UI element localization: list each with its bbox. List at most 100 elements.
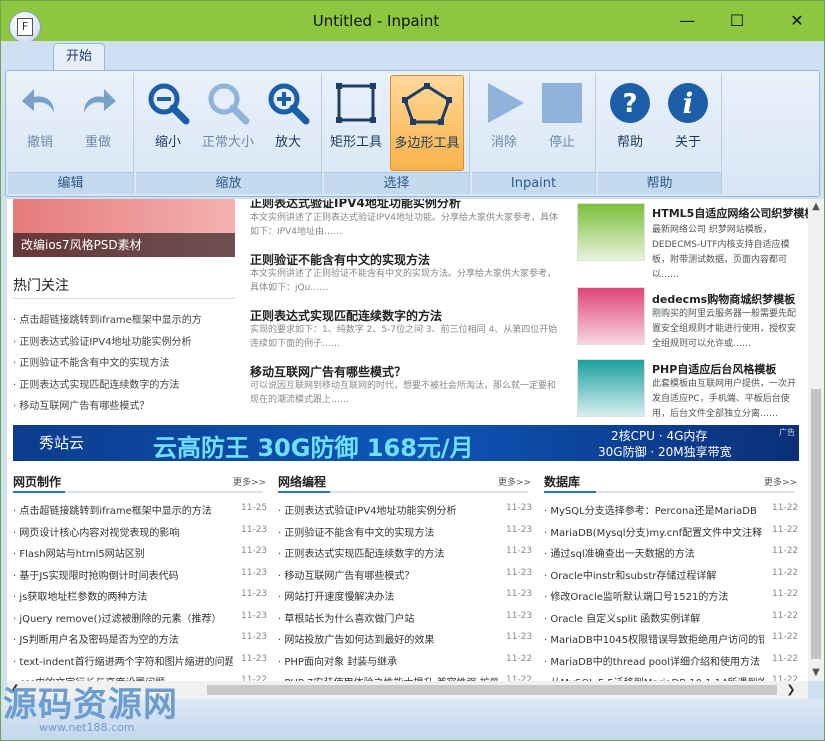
more-link[interactable]: 更多>> xyxy=(498,475,531,488)
template-thumbnail xyxy=(577,359,645,417)
erase-button[interactable]: 消除 xyxy=(476,75,532,171)
ad-logo: 秀站云 xyxy=(39,434,85,452)
article-title: 正则验证不能含有中文的实现方法 xyxy=(250,253,431,267)
list-item: · PHP 7安装使用体验之性能大提升 兼容性强 扩展 xyxy=(278,674,498,681)
list-item-date: 11-22 xyxy=(772,632,799,642)
undo-button[interactable]: 撤销 xyxy=(12,75,68,171)
close-button[interactable]: ✕ xyxy=(774,7,820,35)
list-item: · MariaDB中的thread pool详细介绍和使用方法 xyxy=(544,656,761,668)
svg-text:?: ? xyxy=(622,89,637,119)
zoom-out-button[interactable]: 缩小 xyxy=(140,75,196,171)
list-item: · 从MySQL 5.5迁移到MariaDB 10.1.14所遇到的问 xyxy=(544,674,764,681)
vertical-scroll-thumb[interactable] xyxy=(811,389,821,659)
hot-item: · 点击超链接跳转到iframe框架中显示的方 xyxy=(13,315,202,326)
polygon-tool-button[interactable]: 多边形工具 xyxy=(390,75,464,171)
group-select: 矩形工具 多边形工具 选择 xyxy=(324,73,470,194)
column-divider xyxy=(278,491,528,493)
list-item-date: 11-22 xyxy=(772,567,799,578)
redo-label: 重做 xyxy=(84,135,111,150)
stop-button[interactable]: 停止 xyxy=(534,75,590,171)
help-icon: ? xyxy=(610,83,650,123)
vertical-scrollbar[interactable]: ▲ ▼ xyxy=(808,199,824,681)
scroll-up-icon[interactable]: ▲ xyxy=(808,199,824,215)
hot-item: · 正则表达式验证IPV4地址功能实例分析 xyxy=(13,337,192,348)
about-label: 关于 xyxy=(674,135,701,150)
actual-size-button[interactable]: 正常大小 xyxy=(200,75,256,171)
list-item: · 修改Oracle监听默认端口号1521的方法 xyxy=(544,592,729,603)
stop-icon xyxy=(542,83,582,123)
list-item: · 正则表达式验证IPV4地址功能实例分析 xyxy=(278,506,457,517)
zoom-in-button[interactable]: 放大 xyxy=(260,75,316,171)
list-item: · 点击超链接跳转到iframe框架中显示的方法 xyxy=(13,506,212,517)
scroll-right-icon[interactable]: ❯ xyxy=(783,681,799,699)
list-item-date: 11-23 xyxy=(241,653,268,664)
image-canvas[interactable]: 改编ios7风格PSD素材 热门关注 · 点击超链接跳转到iframe框架中显示… xyxy=(7,199,808,681)
list-item-date: 11-23 xyxy=(241,567,268,578)
list-item: · 正则表达式实现匹配连续数字的方法 xyxy=(278,549,445,560)
horizontal-scroll-thumb[interactable] xyxy=(207,685,777,695)
list-item: · MariaDB中1045权限错误导致拒绝用户访问的错 xyxy=(544,635,764,646)
list-item-date: 11-25 xyxy=(241,503,268,513)
list-item: · 草根站长为什么喜欢做门户站 xyxy=(278,613,415,625)
list-item: · 移动互联网广告有哪些模式？ xyxy=(278,570,415,582)
article-desc: 可以说因互联网到移动互联网的时代，想要不被社会所淘汰，那么就一定要和现在的潮流模… xyxy=(250,381,557,405)
actual-size-label: 正常大小 xyxy=(201,135,254,150)
article-desc: 本文实例讲述了正则表达式验证IPV4地址功能。分享给大家供大家参考，具体如下：I… xyxy=(250,213,558,237)
list-item-date: 11-22 xyxy=(772,546,799,556)
list-item: · 网站投放广告如何达到最好的效果 xyxy=(278,635,435,646)
group-zoom: 缩小 正常大小 放大 缩放 xyxy=(136,73,322,194)
list-item-date: 11-22 xyxy=(772,503,799,513)
redo-icon xyxy=(84,89,116,113)
rectangle-tool-icon xyxy=(336,83,376,123)
column-divider xyxy=(13,491,263,493)
group-edit: 撤销 重做 编辑 xyxy=(8,73,134,194)
info-icon: i xyxy=(668,83,708,123)
article-title: 正则表达式实现匹配连续数字的方法 xyxy=(250,309,443,323)
more-link[interactable]: 更多>> xyxy=(233,475,266,488)
list-item: · Oracle中instr和substr存储过程详解 xyxy=(544,570,717,582)
list-item: · 基于JS实现限时抢购倒计时间表代码 xyxy=(13,570,179,582)
list-item-date: 11-23 xyxy=(506,610,533,621)
feature-card: 改编ios7风格PSD素材 xyxy=(13,199,235,257)
column-title: 数据库 xyxy=(544,475,581,489)
group-inpaint-label: Inpaint xyxy=(472,172,595,194)
column-title: 网络编程 xyxy=(278,475,327,489)
tab-home[interactable]: 开始 xyxy=(53,43,105,71)
list-item-date: 11-23 xyxy=(241,610,268,621)
side-title: dedecms购物商城织梦模板 xyxy=(652,293,796,306)
minimize-button[interactable]: — xyxy=(664,7,710,35)
column-divider xyxy=(544,491,794,493)
rectangle-tool-button[interactable]: 矩形工具 xyxy=(328,75,384,171)
svg-text:i: i xyxy=(683,87,694,120)
side-title: PHP自适应后台风格模板 xyxy=(652,363,777,376)
hot-item: · 正则验证不能含有中文的实现方法 xyxy=(13,358,170,369)
list-item-date: 11-23 xyxy=(241,524,268,535)
list-item-date: 11-23 xyxy=(506,567,533,578)
list-item-date: 11-23 xyxy=(506,503,533,513)
ribbon-toolbar: 撤销 重做 编辑 缩小 正常大小 放大 缩放 矩形工具 多边形工具 选择 消除 … xyxy=(5,70,820,197)
help-button[interactable]: ? 帮助 xyxy=(602,75,658,171)
more-link[interactable]: 更多>> xyxy=(764,475,797,488)
about-button[interactable]: i 关于 xyxy=(660,75,716,171)
magnifier-icon xyxy=(208,83,250,125)
column-title: 网页制作 xyxy=(13,475,62,489)
group-help: ? 帮助 i 关于 帮助 xyxy=(598,73,722,194)
ad-headline: 云高防王 30G防御 168元/月 xyxy=(153,434,474,461)
list-item: · Oracle 自定义split 函数实例详解 xyxy=(544,613,701,625)
list-item-date: 11-22 xyxy=(772,610,799,621)
list-item-date: 11-22 xyxy=(772,589,799,599)
title-bar: F Untitled - Inpaint — ☐ ✕ xyxy=(1,1,824,43)
template-thumbnail xyxy=(577,203,645,261)
undo-icon xyxy=(22,89,54,113)
zoom-in-icon xyxy=(268,83,310,125)
list-item: · PHP面向对象 封装与继承 xyxy=(278,656,398,668)
scroll-down-icon[interactable]: ▼ xyxy=(808,665,824,681)
list-item-date: 11-23 xyxy=(506,632,533,642)
redo-button[interactable]: 重做 xyxy=(70,75,126,171)
side-title: HTML5自适应网络公司织梦模板 xyxy=(652,207,808,220)
app-window: F Untitled - Inpaint — ☐ ✕ 开始 撤销 重做 编辑 缩… xyxy=(0,0,825,741)
maximize-button[interactable]: ☐ xyxy=(714,7,760,35)
list-item-date: 11-23 xyxy=(506,524,533,535)
polygon-tool-label: 多边形工具 xyxy=(394,136,460,151)
watermark-url: www.net188.com xyxy=(39,721,135,734)
